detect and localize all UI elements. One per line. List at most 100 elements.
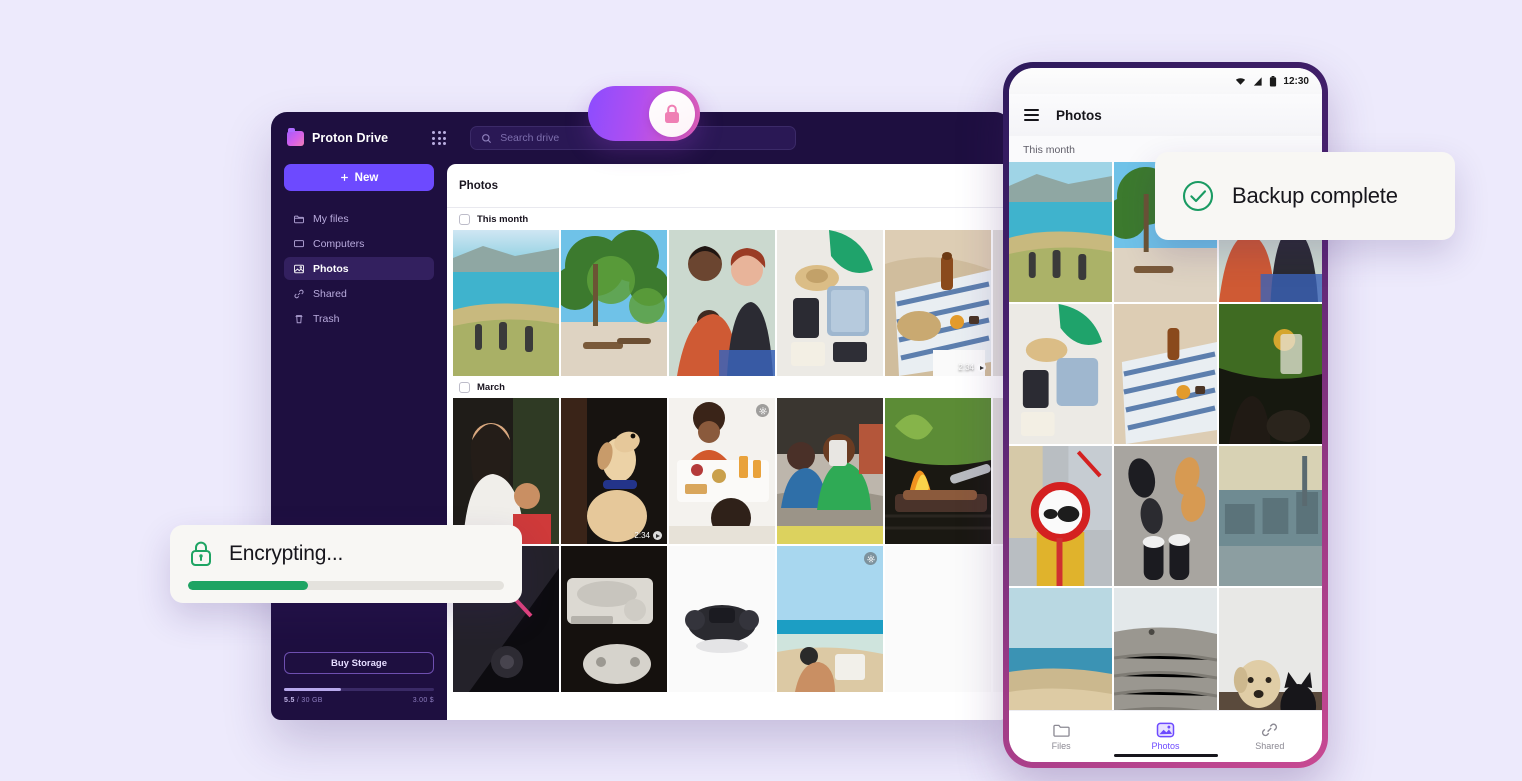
phone-header: Photos (1009, 94, 1322, 136)
folder-icon (287, 127, 304, 146)
photo-thumbnail-video[interactable]: 2:34 (561, 398, 667, 544)
lock-icon (191, 541, 211, 566)
tab-label: Files (1051, 741, 1071, 751)
photo-thumbnail[interactable] (885, 398, 991, 544)
photo-row (447, 544, 1011, 692)
group-label: This month (477, 214, 529, 225)
promo-composition: Proton Drive Search drive New My files C… (0, 0, 1522, 781)
storage-used: 5.5 / 30 GB (284, 697, 323, 704)
encryption-toggle[interactable] (588, 86, 700, 141)
photo-thumbnail[interactable] (1114, 304, 1217, 444)
link-icon (294, 289, 304, 298)
sidebar-item-my-files[interactable]: My files (284, 207, 434, 230)
folder-icon (294, 215, 304, 223)
photo-thumbnail[interactable] (669, 398, 775, 544)
photo-thumbnail[interactable] (1219, 446, 1322, 586)
tab-files[interactable]: Files (1009, 722, 1113, 751)
phone-status-bar: 12:30 (1009, 68, 1322, 94)
desktop-window: Proton Drive Search drive New My files C… (271, 112, 1011, 720)
apps-grid-icon[interactable] (432, 131, 447, 145)
monitor-icon (294, 239, 304, 247)
storage-bar (284, 688, 434, 691)
lock-icon (665, 104, 679, 123)
toggle-knob (649, 90, 695, 137)
video-duration-badge: 2:34 (634, 531, 662, 540)
photo-group-header: March (447, 376, 1011, 398)
trash-icon (295, 314, 303, 323)
new-button[interactable]: New (284, 164, 434, 191)
sidebar-item-label: Computers (313, 237, 365, 250)
photo-thumbnail[interactable] (1219, 588, 1322, 710)
live-photo-icon (756, 404, 769, 417)
storage-labels: 5.5 / 30 GB 3.00 $ (284, 697, 434, 704)
sidebar-item-label: Shared (313, 287, 347, 300)
tab-shared[interactable]: Shared (1218, 722, 1322, 751)
sidebar-item-label: My files (313, 212, 349, 225)
phone-tabbar: Files Photos Shared (1009, 710, 1322, 762)
photo-thumbnail-video[interactable]: 2:34 (885, 230, 991, 376)
photo-thumbnail[interactable] (669, 230, 775, 376)
encrypting-toast: Encrypting... (170, 525, 522, 603)
image-icon (1156, 722, 1175, 738)
encrypting-label: Encrypting... (229, 542, 344, 565)
sidebar-nav: My files Computers Photos Shared Trash (284, 207, 434, 330)
photo-thumbnail[interactable] (453, 398, 559, 544)
video-duration-badge: 2:34 (958, 363, 986, 372)
page-title: Photos (459, 179, 498, 192)
group-checkbox[interactable] (459, 214, 470, 225)
check-circle-icon (1182, 180, 1214, 212)
photo-thumbnail[interactable] (1114, 588, 1217, 710)
photo-thumbnail[interactable] (561, 546, 667, 692)
photo-thumbnail[interactable] (777, 546, 883, 692)
signal-icon (1254, 76, 1263, 86)
hamburger-menu-icon[interactable] (1024, 109, 1039, 121)
photo-row: 2:34 (447, 230, 1011, 376)
photo-thumbnail[interactable] (669, 546, 775, 692)
app-brand: Proton Drive (287, 127, 388, 146)
photo-thumbnail[interactable] (777, 398, 883, 544)
backup-toast: Backup complete (1155, 152, 1455, 240)
photos-content: Photos This month 2:34 March 2:34 (447, 164, 1011, 720)
photo-thumbnail[interactable] (777, 230, 883, 376)
sidebar-item-photos[interactable]: Photos (284, 257, 434, 280)
new-button-label: New (354, 171, 379, 184)
photo-thumbnail[interactable] (561, 230, 667, 376)
sidebar-item-trash[interactable]: Trash (284, 307, 434, 330)
play-icon (977, 363, 986, 372)
buy-storage-button[interactable]: Buy Storage (284, 652, 434, 674)
sidebar: New My files Computers Photos Shared Tra… (271, 164, 447, 720)
desktop-body: New My files Computers Photos Shared Tra… (271, 164, 1011, 720)
encrypting-progress-fill (188, 581, 309, 590)
sidebar-item-label: Photos (313, 262, 349, 275)
encrypting-progress (188, 581, 504, 590)
photo-thumbnail[interactable] (1009, 304, 1112, 444)
home-indicator (1113, 754, 1218, 757)
storage-panel: Buy Storage 5.5 / 30 GB 3.00 $ (284, 652, 434, 704)
clock-label: 12:30 (1283, 75, 1309, 87)
duration-label: 2:34 (634, 531, 650, 540)
tab-photos[interactable]: Photos (1113, 722, 1217, 751)
photo-thumbnail[interactable] (453, 230, 559, 376)
backup-label: Backup complete (1232, 183, 1398, 208)
plus-icon (340, 174, 348, 181)
photo-thumbnail[interactable] (1009, 588, 1112, 710)
battery-icon (1270, 75, 1277, 86)
photo-thumbnail[interactable] (1009, 446, 1112, 586)
folder-icon (1052, 724, 1070, 737)
sidebar-item-computers[interactable]: Computers (284, 232, 434, 255)
tab-label: Photos (1151, 741, 1180, 751)
link-icon (1262, 723, 1278, 737)
group-checkbox[interactable] (459, 382, 470, 393)
storage-price: 3.00 $ (412, 697, 434, 704)
tab-label: Shared (1255, 741, 1285, 751)
phone-photo-grid (1009, 162, 1322, 710)
photo-thumbnail[interactable] (1009, 162, 1112, 302)
photo-thumbnail[interactable] (885, 546, 991, 692)
search-placeholder: Search drive (500, 132, 560, 144)
sidebar-item-shared[interactable]: Shared (284, 282, 434, 305)
play-icon (653, 531, 662, 540)
photo-thumbnail[interactable] (1114, 446, 1217, 586)
image-icon (294, 264, 304, 273)
photo-thumbnail[interactable] (1219, 304, 1322, 444)
wifi-icon (1236, 77, 1246, 85)
